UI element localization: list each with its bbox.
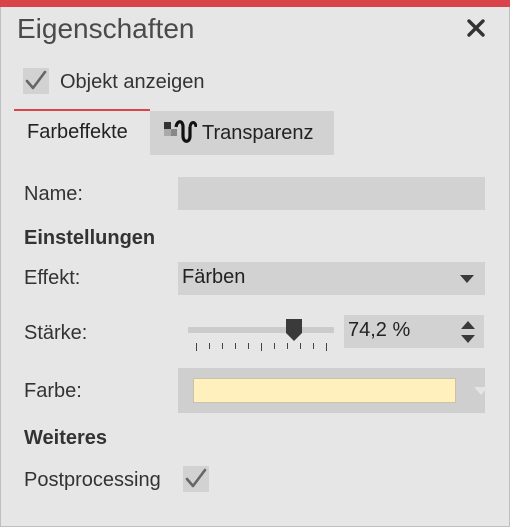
spin-down-icon[interactable]	[461, 335, 475, 343]
chevron-down-icon	[460, 275, 474, 283]
name-input[interactable]	[178, 177, 485, 210]
tab-transparency[interactable]: Transparenz	[150, 111, 334, 155]
checkmark-icon	[185, 468, 207, 488]
strength-label: Stärke:	[24, 322, 88, 344]
checkmark-icon	[25, 70, 47, 90]
close-icon[interactable]	[462, 14, 490, 42]
strength-slider-thumb[interactable]	[286, 319, 302, 341]
tab-transparency-label: Transparenz	[202, 122, 314, 144]
color-swatch[interactable]	[193, 378, 456, 403]
chevron-down-icon[interactable]	[474, 387, 488, 395]
color-picker[interactable]	[178, 368, 488, 413]
show-object-label: Objekt anzeigen	[60, 71, 205, 93]
color-label: Farbe:	[24, 380, 82, 402]
section-settings-heading: Einstellungen	[24, 227, 156, 249]
effect-label: Effekt:	[24, 267, 81, 289]
name-label: Name:	[24, 183, 83, 205]
accent-bar	[0, 0, 510, 7]
panel-border-left	[0, 7, 1, 527]
postprocessing-label: Postprocessing	[24, 469, 161, 491]
transparency-icon	[163, 118, 198, 154]
effect-dropdown-value: Färben	[182, 266, 246, 288]
strength-spinbox[interactable]: 74,2 %	[344, 315, 484, 348]
tab-color-effects[interactable]: Farbeffekte	[14, 111, 150, 155]
strength-slider-track[interactable]	[188, 327, 334, 333]
panel-title: Eigenschaften	[17, 13, 195, 44]
effect-dropdown[interactable]: Färben	[178, 262, 485, 295]
spin-up-icon[interactable]	[461, 321, 475, 329]
tab-color-effects-label: Farbeffekte	[27, 121, 128, 143]
show-object-checkbox[interactable]	[23, 68, 49, 94]
section-more-heading: Weiteres	[24, 427, 108, 449]
strength-value: 74,2 %	[348, 319, 411, 341]
postprocessing-checkbox[interactable]	[183, 466, 209, 492]
